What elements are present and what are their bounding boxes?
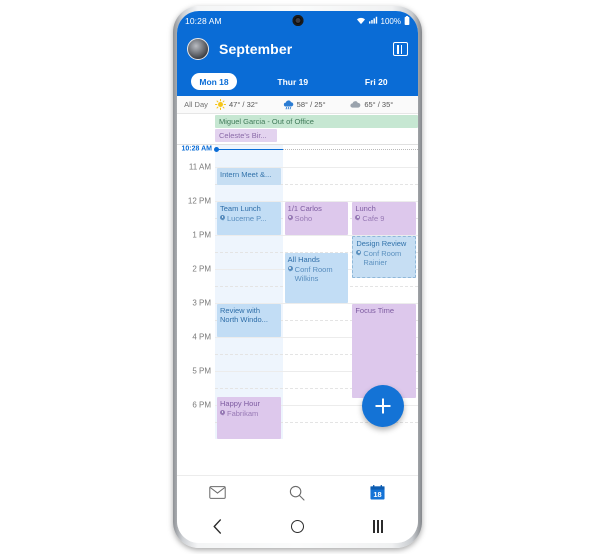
tab-fri-20[interactable]: Fri 20 (335, 73, 419, 90)
battery-percent-label: 100% (380, 16, 401, 26)
event-title: Design Review (356, 239, 407, 248)
svg-text:18: 18 (374, 490, 382, 499)
all-day-event-out-of-office[interactable]: Miguel Garcia - Out of Office (215, 115, 418, 128)
cloud-icon (350, 99, 361, 110)
hour-label-2pm: 2 PM (192, 264, 211, 274)
wifi-icon (356, 16, 366, 27)
multi-day-view-icon[interactable] (393, 42, 408, 56)
weather-cell-fri: 65° / 35° (350, 99, 418, 110)
sun-icon (214, 98, 227, 111)
event-title: Happy Hour (220, 399, 261, 408)
location-pin-icon (287, 215, 293, 222)
cellular-signal-icon (368, 16, 378, 26)
all-day-events: Miguel Garcia - Out of Office Celeste's … (177, 115, 418, 145)
weather-temps-thur: 58° / 25° (296, 100, 326, 109)
current-time-label: 10:28 AM (181, 145, 212, 153)
event-title: All Hands (287, 255, 320, 264)
event-review-north-wind[interactable]: Review with North Windo... (217, 304, 281, 337)
event-location: Conf Room Rainier (356, 249, 412, 267)
location-pin-icon (220, 215, 225, 222)
events-col-thur: 1/1 Carlos Soho All Hands Conf Room Wilk… (283, 145, 351, 439)
event-location: Fabrikam (220, 409, 278, 418)
bottom-navigation: 18 (177, 475, 418, 509)
back-icon (213, 518, 221, 534)
event-location: Lucerne P... (220, 214, 278, 223)
event-title: Focus Time (355, 306, 395, 315)
event-location-text: Cafe 9 (362, 214, 385, 223)
battery-full-icon (404, 15, 410, 27)
time-gutter: 10:28 AM 11 AM 12 PM 1 PM 2 PM 3 PM 4 PM… (177, 145, 215, 439)
calendar-grid[interactable]: Intern Meet &... Team Lunch Lucerne P...… (177, 145, 418, 439)
weather-cell-thur: 58° / 25° (283, 99, 351, 110)
search-icon (290, 485, 306, 501)
day-tabs: Mon 18 Thur 19 Fri 20 (177, 67, 418, 96)
system-recents-button[interactable] (338, 519, 418, 533)
weather-temps-fri: 65° / 35° (364, 100, 394, 109)
page-title[interactable]: September (219, 41, 292, 57)
recents-icon (372, 519, 383, 533)
event-location: Cafe 9 (355, 214, 413, 223)
event-location-text: Lucerne P... (227, 214, 267, 223)
system-navigation-bar (177, 509, 418, 543)
home-icon (290, 519, 304, 533)
location-pin-icon (287, 266, 293, 273)
event-location: Soho (287, 214, 346, 223)
weather-temps-mon: 47° / 32° (229, 100, 258, 109)
location-pin-icon (355, 215, 361, 222)
current-time-line-solid (214, 147, 283, 153)
event-one-on-one-carlos[interactable]: 1/1 Carlos Soho (284, 202, 349, 235)
hour-label-6pm: 6 PM (192, 400, 211, 410)
events-col-mon: Intern Meet &... Team Lunch Lucerne P...… (215, 145, 283, 439)
event-location-text: Conf Room Wilkins (294, 265, 333, 283)
location-pin-icon (220, 410, 225, 417)
nav-item-mail[interactable] (177, 486, 257, 499)
status-bar-time: 10:28 AM (185, 16, 222, 26)
event-location-text: Conf Room Rainier (363, 249, 402, 267)
app-header: September (177, 31, 418, 67)
nav-item-search[interactable] (257, 485, 337, 501)
avatar[interactable] (187, 38, 209, 60)
phone-frame: 10:28 AM 100% September Mon 18 Thur 19 F… (173, 6, 422, 548)
system-home-button[interactable] (257, 519, 337, 533)
hour-label-1pm: 1 PM (192, 230, 211, 240)
event-all-hands[interactable]: All Hands Conf Room Wilkins (284, 253, 349, 303)
event-title: Review with North Windo... (220, 306, 268, 324)
mail-icon (208, 486, 226, 499)
status-bar: 10:28 AM 100% (177, 11, 418, 31)
hour-label-5pm: 5 PM (192, 366, 211, 376)
hour-label-11am: 11 AM (188, 162, 211, 172)
location-pin-icon (356, 250, 362, 257)
current-time-line-dotted (282, 149, 418, 150)
all-day-label: All Day (184, 100, 208, 109)
event-design-review[interactable]: Design Review Conf Room Rainier (352, 236, 416, 278)
phone-screen: 10:28 AM 100% September Mon 18 Thur 19 F… (177, 11, 418, 543)
system-back-button[interactable] (177, 518, 257, 534)
event-focus-time[interactable]: Focus Time (352, 304, 416, 398)
event-lunch[interactable]: Lunch Cafe 9 (352, 202, 416, 235)
tab-mon-18[interactable]: Mon 18 (191, 73, 237, 90)
event-title: 1/1 Carlos (287, 204, 322, 213)
event-location-text: Soho (294, 214, 313, 223)
tab-thur-19[interactable]: Thur 19 (251, 73, 335, 90)
event-intern-meet[interactable]: Intern Meet &... (217, 168, 281, 185)
all-day-event-birthday[interactable]: Celeste's Bir... (215, 129, 277, 142)
event-happy-hour[interactable]: Happy Hour Fabrikam (217, 397, 281, 439)
nav-item-calendar[interactable]: 18 (338, 485, 418, 500)
hour-label-3pm: 3 PM (192, 298, 211, 308)
event-team-lunch[interactable]: Team Lunch Lucerne P... (217, 202, 281, 235)
front-camera-punchhole (292, 15, 303, 26)
event-title: Intern Meet &... (220, 170, 272, 179)
weather-cell-mon: 47° / 32° (214, 98, 283, 111)
add-event-fab[interactable] (362, 385, 404, 427)
all-day-weather-row: All Day 47° / 32° 58° / 25° 65° / 35° (177, 96, 418, 114)
hour-label-4pm: 4 PM (192, 332, 211, 342)
hour-label-12pm: 12 PM (187, 196, 211, 206)
status-bar-icons: 100% (356, 15, 410, 27)
event-location-text: Fabrikam (227, 409, 259, 418)
event-title: Team Lunch (220, 204, 261, 213)
event-title: Lunch (355, 204, 376, 213)
calendar-18-icon: 18 (370, 485, 385, 500)
rain-cloud-icon (283, 99, 294, 110)
event-location: Conf Room Wilkins (287, 265, 346, 283)
